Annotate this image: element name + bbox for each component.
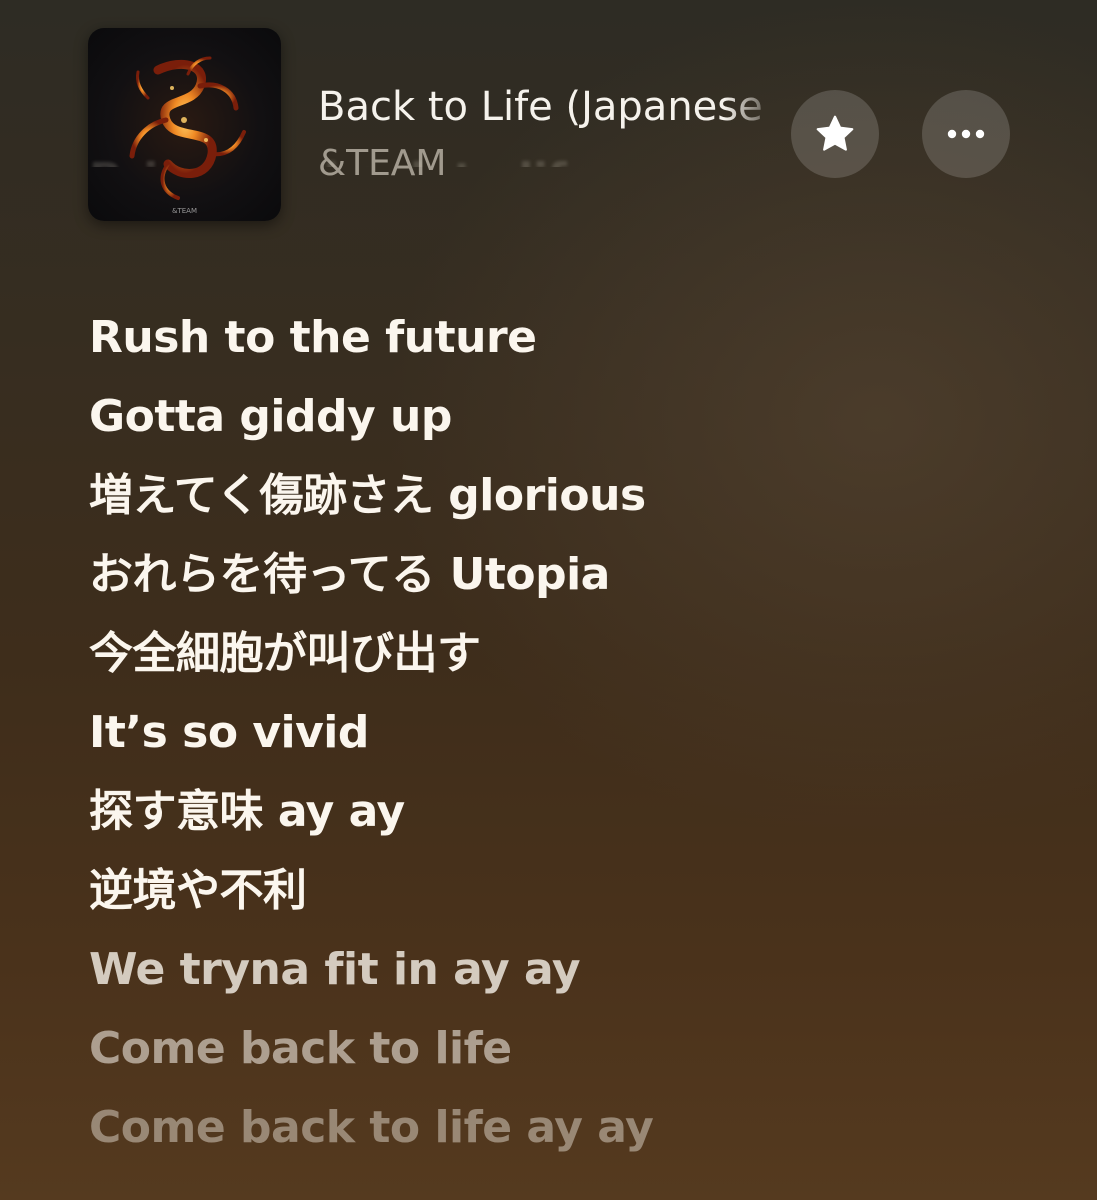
lyric-line[interactable]: It’s so vivid <box>89 693 1049 772</box>
lyric-line[interactable]: Rush to the future <box>89 298 1049 377</box>
lyrics-view[interactable]: Bring me back to life Rush to the future… <box>89 154 1049 1167</box>
lyric-lines: Rush to the future Gotta giddy up 増えてく傷跡さえ… <box>89 298 1049 1167</box>
previous-lyric-line[interactable]: Bring me back to life <box>89 140 1049 167</box>
lyric-line[interactable]: 増えてく傷跡さえ glorious <box>89 456 1049 535</box>
lyric-line[interactable]: We tryna fit in ay ay <box>89 930 1049 1009</box>
lyric-line[interactable]: 今全細胞が叫び出す <box>89 614 1049 693</box>
lyric-line[interactable]: 探す意味 ay ay <box>89 772 1049 851</box>
ellipsis-icon <box>947 129 985 139</box>
lyric-line[interactable]: おれらを待ってる Utopia <box>89 535 1049 614</box>
lyric-line[interactable]: Come back to life <box>89 1009 1049 1088</box>
lyric-line[interactable]: Come back to life ay ay <box>89 1088 1049 1167</box>
lyric-line[interactable]: 逆境や不利 <box>89 851 1049 930</box>
lyric-line[interactable]: Gotta giddy up <box>89 377 1049 456</box>
song-title[interactable]: Back to Life (Japanese <box>318 82 780 132</box>
